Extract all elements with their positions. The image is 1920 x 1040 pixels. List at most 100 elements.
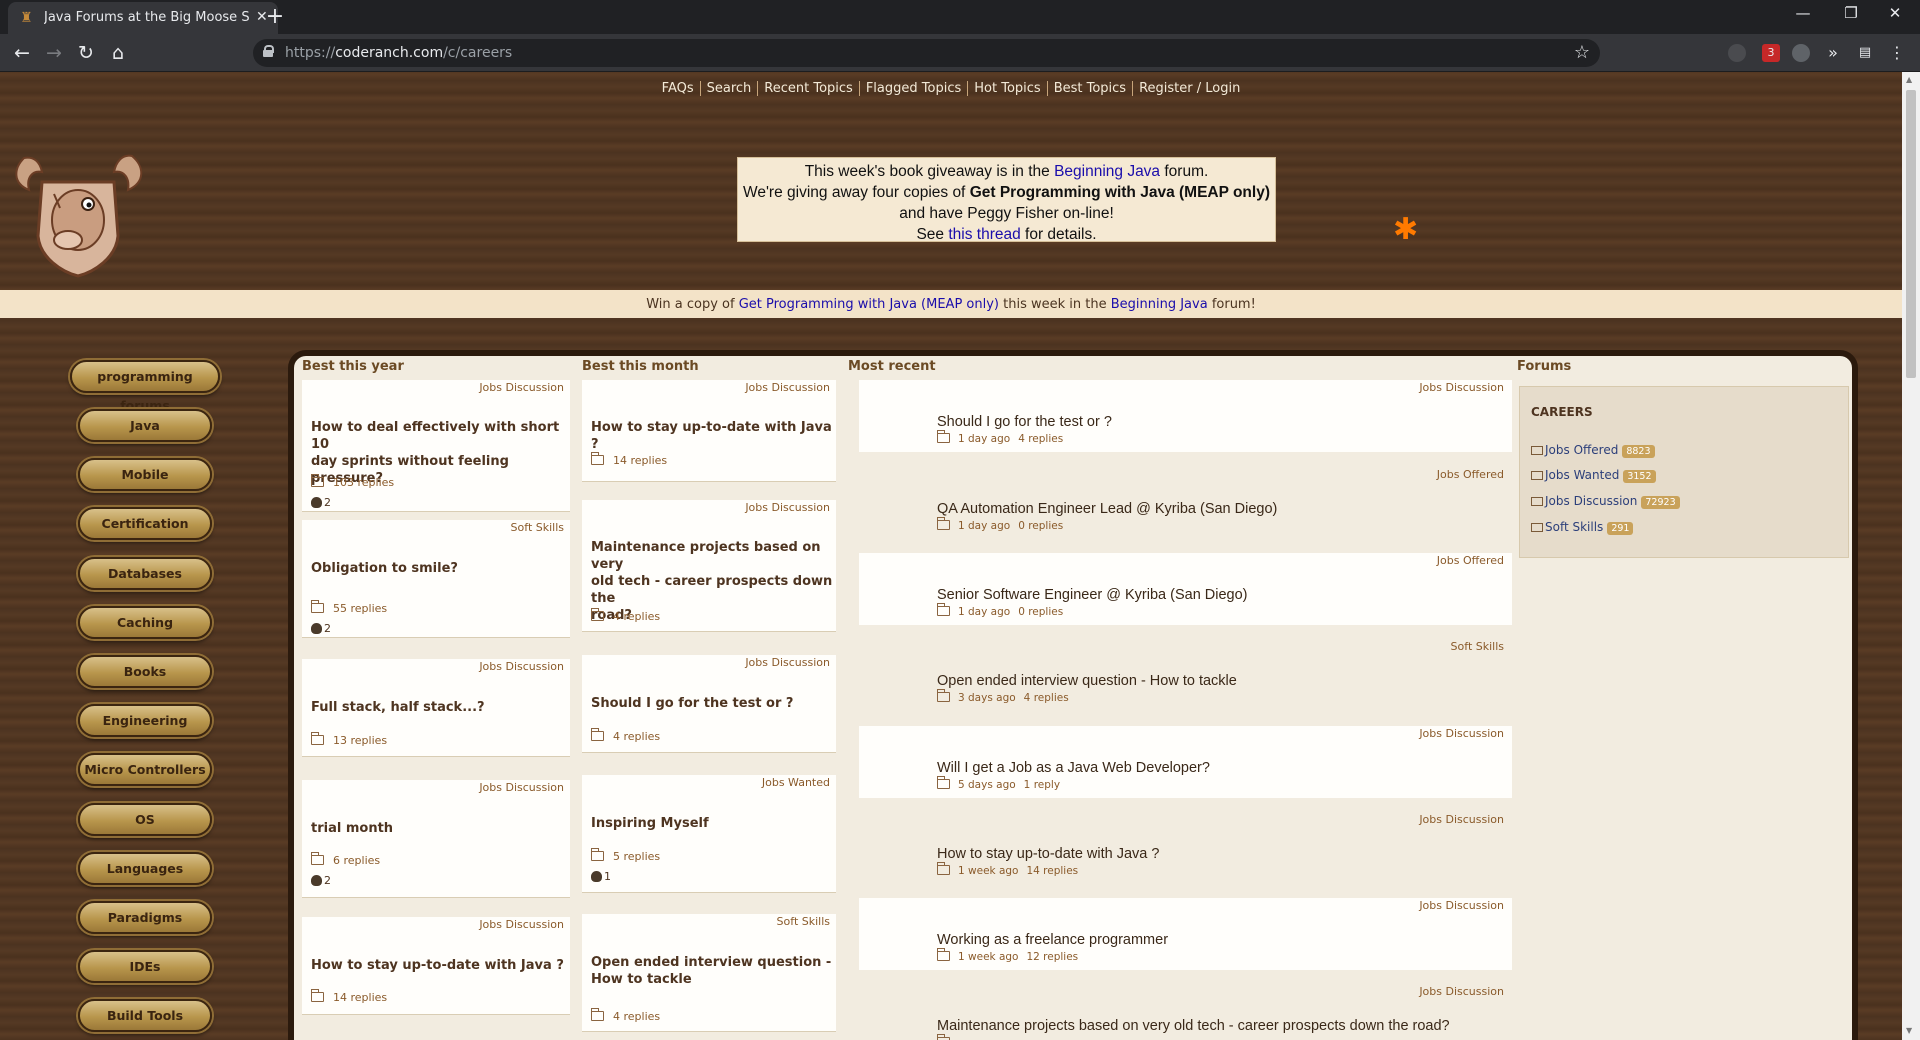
forum-tag[interactable]: Jobs Discussion xyxy=(479,918,564,931)
forum-tag[interactable]: Soft Skills xyxy=(777,915,830,928)
scroll-down-arrow-icon[interactable]: ▼ xyxy=(1906,1026,1912,1035)
sidebar-databases-button[interactable]: Databases xyxy=(78,557,212,590)
best-year-topic-card[interactable]: Jobs Discussion Full stack, half stack..… xyxy=(302,659,570,757)
forum-tag[interactable]: Jobs Discussion xyxy=(745,656,830,669)
best-month-topic-card[interactable]: Jobs Discussion Maintenance projects bas… xyxy=(582,500,836,632)
forum-tag[interactable]: Jobs Discussion xyxy=(479,660,564,673)
best-month-topic-card[interactable]: Jobs Wanted Inspiring Myself 5 replies 1 xyxy=(582,775,836,893)
topic-title[interactable]: Open ended interview question - How to ta… xyxy=(591,954,831,988)
forum-tag[interactable]: Jobs Discussion xyxy=(1419,813,1504,826)
forum-tag[interactable]: Jobs Discussion xyxy=(479,381,564,394)
topic-title[interactable]: Will I get a Job as a Java Web Developer… xyxy=(937,760,1210,776)
sidebar-java-button[interactable]: Java xyxy=(78,409,212,442)
nav-register-login-link[interactable]: Register / Login xyxy=(1132,81,1247,96)
sidebar-languages-button[interactable]: Languages xyxy=(78,852,212,885)
recent-topic-row[interactable]: Soft Skills Open ended interview questio… xyxy=(859,639,1512,711)
beginning-java-link[interactable]: Beginning Java xyxy=(1054,163,1160,180)
best-year-topic-card[interactable]: Jobs Discussion How to deal effectively … xyxy=(302,380,570,512)
topic-title[interactable]: Full stack, half stack...? xyxy=(311,699,485,716)
beginning-java-forum-link[interactable]: Beginning Java xyxy=(1111,297,1208,312)
menu-dots-icon[interactable]: ⋮ xyxy=(1888,44,1906,62)
address-bar[interactable]: https://coderanch.com/c/careers ☆ xyxy=(253,39,1600,67)
forum-tag[interactable]: Jobs Discussion xyxy=(745,381,830,394)
sidebar-paradigms-button[interactable]: Paradigms xyxy=(78,901,212,934)
sidebar-engineering-button[interactable]: Engineering xyxy=(78,704,212,737)
forum-tag[interactable]: Soft Skills xyxy=(1451,640,1504,653)
sidebar-mobile-button[interactable]: Mobile xyxy=(78,458,212,491)
book-title-link[interactable]: Get Programming with Java (MEAP only) xyxy=(739,297,999,312)
page-scrollbar[interactable]: ▲ ▼ xyxy=(1902,72,1920,1040)
bookmark-star-icon[interactable]: ☆ xyxy=(1574,42,1590,63)
recent-topic-row[interactable]: Jobs Offered Senior Software Engineer @ … xyxy=(859,553,1512,625)
forum-link-jobs-discussion[interactable]: Jobs Discussion 72923 xyxy=(1531,494,1680,509)
forum-tag[interactable]: Soft Skills xyxy=(511,521,564,534)
sidebar-programming-forums-button[interactable]: programming forums xyxy=(70,360,220,413)
topic-title[interactable]: How to stay up-to-date with Java ? xyxy=(591,419,836,453)
browser-tab[interactable]: ♜ Java Forums at the Big Moose Sal ✕ xyxy=(8,2,278,34)
back-arrow-icon[interactable]: ← xyxy=(10,41,34,65)
forum-link-soft-skills[interactable]: Soft Skills 291 xyxy=(1531,520,1634,535)
best-month-topic-card[interactable]: Jobs Discussion How to stay up-to-date w… xyxy=(582,380,836,482)
extension-icon[interactable] xyxy=(1728,44,1746,62)
reload-icon[interactable]: ↻ xyxy=(74,41,98,65)
new-tab-button[interactable]: + xyxy=(262,4,288,30)
forum-tag[interactable]: Jobs Discussion xyxy=(1419,727,1504,740)
sidebar-ides-button[interactable]: IDEs xyxy=(78,950,212,983)
sidebar-os-button[interactable]: OS xyxy=(78,803,212,836)
forum-tag[interactable]: Jobs Discussion xyxy=(1419,381,1504,394)
sidebar-caching-button[interactable]: Caching xyxy=(78,606,212,639)
ublock-extension-icon[interactable]: 3 xyxy=(1762,44,1780,62)
home-icon[interactable]: ⌂ xyxy=(106,41,130,65)
nav-flagged-topics-link[interactable]: Flagged Topics xyxy=(858,81,968,96)
sidebar-books-button[interactable]: Books xyxy=(78,655,212,688)
best-year-topic-card[interactable]: Jobs Discussion How to stay up-to-date w… xyxy=(302,917,570,1015)
minimize-window-button[interactable]: — xyxy=(1788,4,1818,22)
recent-topic-row[interactable]: Jobs Discussion Maintenance projects bas… xyxy=(859,984,1512,1040)
moose-logo[interactable] xyxy=(4,148,152,278)
sidebar-micro-controllers-button[interactable]: Micro Controllers xyxy=(78,753,212,786)
recent-topic-row[interactable]: Jobs Discussion Working as a freelance p… xyxy=(859,898,1512,970)
restore-window-button[interactable]: ❐ xyxy=(1836,4,1866,22)
topic-title[interactable]: Should I go for the test or ? xyxy=(591,695,793,712)
forum-tag[interactable]: Jobs Offered xyxy=(1437,468,1504,481)
topic-title[interactable]: How to stay up-to-date with Java ? xyxy=(311,957,564,974)
recent-topic-row[interactable]: Jobs Discussion Should I go for the test… xyxy=(859,380,1512,452)
profile-extension-icon[interactable] xyxy=(1792,44,1810,62)
close-window-button[interactable]: ✕ xyxy=(1880,4,1910,22)
careers-category[interactable]: CAREERS xyxy=(1531,405,1593,419)
forum-tag[interactable]: Jobs Discussion xyxy=(745,501,830,514)
topic-title[interactable]: Senior Software Engineer @ Kyriba (San D… xyxy=(937,587,1248,603)
topic-title[interactable]: Open ended interview question - How to t… xyxy=(937,673,1237,689)
forum-link-jobs-wanted[interactable]: Jobs Wanted 3152 xyxy=(1531,468,1656,483)
best-month-topic-card[interactable]: Jobs Discussion Should I go for the test… xyxy=(582,655,836,753)
this-thread-link[interactable]: this thread xyxy=(948,226,1020,243)
recent-topic-row[interactable]: Jobs Discussion How to stay up-to-date w… xyxy=(859,812,1512,884)
nav-best-topics-link[interactable]: Best Topics xyxy=(1046,81,1133,96)
forum-tag[interactable]: Jobs Discussion xyxy=(1419,899,1504,912)
nav-faqs-link[interactable]: FAQs xyxy=(656,81,700,96)
recent-topic-row[interactable]: Jobs Offered QA Automation Engineer Lead… xyxy=(859,467,1512,539)
topic-title[interactable]: trial month xyxy=(311,820,393,837)
scroll-up-arrow-icon[interactable]: ▲ xyxy=(1906,75,1912,84)
cast-icon[interactable]: ▤ xyxy=(1856,44,1874,62)
topic-title[interactable]: Inspiring Myself xyxy=(591,815,709,832)
forum-tag[interactable]: Jobs Offered xyxy=(1437,554,1504,567)
best-month-topic-card[interactable]: Soft Skills Open ended interview questio… xyxy=(582,914,836,1032)
topic-title[interactable]: Obligation to smile? xyxy=(311,560,458,577)
topic-title[interactable]: How to stay up-to-date with Java ? xyxy=(937,846,1159,862)
topic-title[interactable]: QA Automation Engineer Lead @ Kyriba (Sa… xyxy=(937,501,1277,517)
forward-arrow-icon[interactable]: → xyxy=(42,41,66,65)
nav-recent-topics-link[interactable]: Recent Topics xyxy=(757,81,859,96)
topic-title[interactable]: Should I go for the test or ? xyxy=(937,414,1112,430)
more-extensions-icon[interactable]: » xyxy=(1824,44,1842,62)
sidebar-certification-button[interactable]: Certification xyxy=(78,507,212,540)
recent-topic-row[interactable]: Jobs Discussion Will I get a Job as a Ja… xyxy=(859,726,1512,798)
forum-tag[interactable]: Jobs Discussion xyxy=(1419,985,1504,998)
topic-title[interactable]: Maintenance projects based on very old t… xyxy=(937,1018,1450,1034)
forum-link-jobs-offered[interactable]: Jobs Offered 8823 xyxy=(1531,443,1655,458)
nav-search-link[interactable]: Search xyxy=(699,81,758,96)
best-year-topic-card[interactable]: Jobs Discussion trial month 6 replies 2 xyxy=(302,780,570,898)
nav-hot-topics-link[interactable]: Hot Topics xyxy=(967,81,1047,96)
topic-title[interactable]: Working as a freelance programmer xyxy=(937,932,1168,948)
scrollbar-thumb[interactable] xyxy=(1906,90,1916,378)
